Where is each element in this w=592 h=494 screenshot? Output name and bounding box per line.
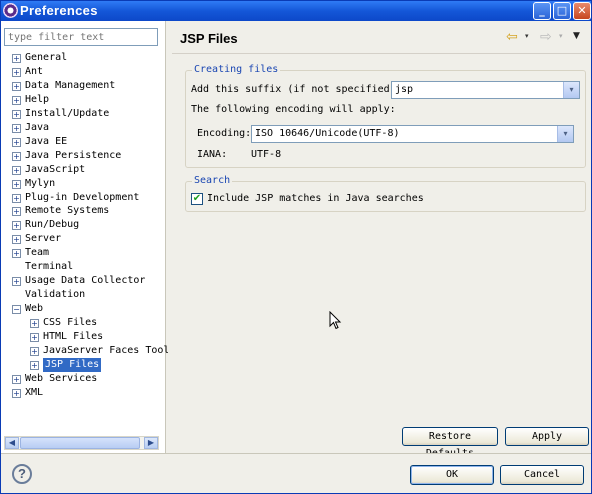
- suffix-label: Add this suffix (if not specified):: [191, 84, 402, 95]
- expand-icon[interactable]: +: [12, 95, 21, 105]
- collapse-icon[interactable]: −: [12, 305, 21, 315]
- preference-page: JSP Files ⇦ ▾ ⇨ ▾ ▼ Creating files Add t…: [168, 21, 591, 459]
- tree-item-label[interactable]: JavaServer Faces Tool: [43, 344, 169, 358]
- search-legend: Search: [192, 175, 233, 186]
- view-menu-icon[interactable]: ▼: [573, 31, 580, 41]
- apply-button[interactable]: Apply: [505, 427, 589, 446]
- expand-icon[interactable]: +: [12, 81, 21, 91]
- tree-item-label[interactable]: General: [25, 51, 67, 65]
- eclipse-icon: [3, 3, 18, 18]
- tree-item-label[interactable]: Web Services: [25, 372, 97, 386]
- filter-input[interactable]: [4, 28, 158, 46]
- tree-item-label[interactable]: Plug-in Development: [25, 191, 139, 205]
- expand-icon[interactable]: +: [12, 179, 21, 189]
- creating-files-legend: Creating files: [192, 64, 281, 75]
- ok-button[interactable]: OK: [410, 465, 494, 485]
- encoding-combo[interactable]: ISO 10646/Unicode(UTF-8) ▾: [251, 125, 574, 143]
- forward-dropdown-icon[interactable]: ▾: [559, 32, 563, 40]
- include-jsp-label[interactable]: Include JSP matches in Java searches: [207, 193, 424, 204]
- expand-icon[interactable]: +: [12, 151, 21, 161]
- expand-icon[interactable]: +: [12, 207, 21, 217]
- expand-icon[interactable]: +: [12, 235, 21, 245]
- expand-icon[interactable]: +: [30, 360, 39, 370]
- scroll-left-icon[interactable]: ◀: [5, 437, 19, 449]
- expand-icon[interactable]: +: [30, 319, 39, 329]
- tree-item-label[interactable]: Usage Data Collector: [25, 274, 145, 288]
- expand-icon[interactable]: +: [12, 249, 21, 259]
- tree-item-label[interactable]: Terminal: [25, 260, 73, 274]
- horizontal-scrollbar[interactable]: ◀ ▶: [4, 436, 159, 450]
- preference-tree-pane: + General + Ant + Data Management + Help + Instal…: [1, 21, 169, 453]
- chevron-down-icon[interactable]: ▾: [563, 82, 579, 98]
- dialog-footer: ? OK Cancel: [1, 453, 591, 493]
- scroll-right-icon[interactable]: ▶: [144, 437, 158, 449]
- tree-item-label[interactable]: Run/Debug: [25, 218, 79, 232]
- expand-icon[interactable]: +: [12, 109, 21, 119]
- encoding-intro-label: The following encoding will apply:: [191, 104, 396, 115]
- maximize-button[interactable]: □: [553, 2, 571, 20]
- tree-item-label[interactable]: Ant: [25, 65, 43, 79]
- title-separator: [172, 53, 591, 54]
- tree-item-label[interactable]: Server: [25, 232, 61, 246]
- expand-icon[interactable]: +: [12, 277, 21, 287]
- tree-item-label[interactable]: Team: [25, 246, 49, 260]
- scroll-thumb[interactable]: [20, 437, 140, 449]
- tree-item-label[interactable]: Web: [25, 302, 43, 316]
- search-group: Search ✔ Include JSP matches in Java sea…: [185, 175, 586, 212]
- preferences-window: Preferences _ □ ✕ + General + Ant + Data Mana…: [0, 0, 592, 494]
- forward-arrow-icon[interactable]: ⇨: [540, 29, 552, 45]
- suffix-combo[interactable]: jsp ▾: [391, 81, 580, 99]
- tree-item-label[interactable]: JavaScript: [25, 163, 85, 177]
- expand-icon[interactable]: +: [12, 388, 21, 398]
- expand-icon[interactable]: +: [30, 333, 39, 342]
- restore-defaults-button[interactable]: Restore Defaults: [402, 427, 498, 459]
- back-arrow-icon[interactable]: ⇦: [506, 29, 518, 45]
- minimize-button[interactable]: _: [533, 2, 551, 20]
- tree-item-label[interactable]: Java Persistence: [25, 149, 121, 163]
- tree-item-label[interactable]: CSS Files: [43, 316, 97, 330]
- back-dropdown-icon[interactable]: ▾: [525, 32, 529, 40]
- iana-label: IANA:: [197, 149, 228, 160]
- expand-icon[interactable]: +: [12, 374, 21, 384]
- chevron-down-icon[interactable]: ▾: [557, 126, 573, 142]
- expand-icon[interactable]: +: [12, 221, 21, 231]
- tree-item-label[interactable]: Remote Systems: [25, 204, 109, 218]
- window-title: Preferences: [20, 3, 98, 18]
- expand-icon[interactable]: +: [30, 346, 39, 356]
- expand-icon[interactable]: +: [12, 165, 21, 175]
- include-jsp-checkbox[interactable]: ✔: [191, 193, 203, 205]
- tree-item-label[interactable]: Data Management: [25, 79, 115, 93]
- page-title: JSP Files: [180, 31, 238, 46]
- tree-item-label[interactable]: HTML Files: [43, 330, 103, 344]
- encoding-value: ISO 10646/Unicode(UTF-8): [255, 128, 400, 139]
- tree-item-label[interactable]: XML: [25, 386, 43, 400]
- expand-icon[interactable]: +: [12, 137, 21, 147]
- iana-value: UTF-8: [251, 149, 282, 160]
- tree-item-label[interactable]: JSP Files: [43, 357, 102, 372]
- expand-icon[interactable]: +: [12, 54, 21, 63]
- creating-files-group: Creating files Add this suffix (if not s…: [185, 64, 586, 168]
- close-button[interactable]: ✕: [573, 2, 591, 20]
- tree-item-label[interactable]: Help: [25, 93, 49, 107]
- tree-item-label[interactable]: Mylyn: [25, 177, 55, 191]
- expand-icon[interactable]: +: [12, 123, 21, 133]
- encoding-label: Encoding:: [197, 128, 252, 139]
- tree-item-label[interactable]: Validation: [25, 288, 85, 302]
- expand-icon[interactable]: +: [12, 193, 21, 203]
- tree-item-label[interactable]: Java: [25, 121, 49, 135]
- help-icon[interactable]: ?: [12, 464, 32, 484]
- expand-icon[interactable]: +: [12, 67, 21, 77]
- cancel-button[interactable]: Cancel: [500, 465, 584, 485]
- title-bar[interactable]: Preferences _ □ ✕: [1, 1, 591, 21]
- tree-item-label[interactable]: Install/Update: [25, 107, 109, 121]
- tree-item-label[interactable]: Java EE: [25, 135, 67, 149]
- suffix-value: jsp: [395, 84, 414, 95]
